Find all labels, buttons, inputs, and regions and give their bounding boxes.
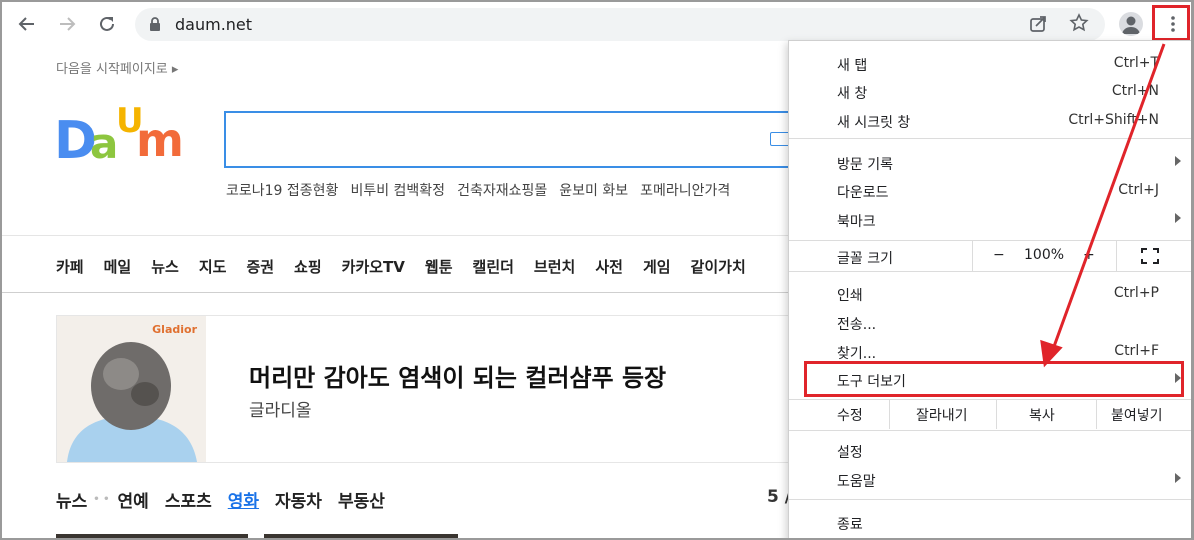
trend-link[interactable]: 건축자재쇼핑몰 xyxy=(457,180,547,200)
ad-title[interactable]: 머리만 감아도 염색이 되는 컬러샴푸 등장 xyxy=(249,358,666,393)
keyboard-icon[interactable] xyxy=(770,132,790,146)
zoom-value: 100% xyxy=(1024,247,1065,263)
profile-icon[interactable] xyxy=(1119,12,1143,36)
logo-letter-m: m xyxy=(136,113,184,164)
ad-image[interactable]: Gladior xyxy=(57,316,206,462)
nav-item-cafe[interactable]: 카페 xyxy=(56,256,84,277)
trend-link[interactable]: 비투비 컴백확정 xyxy=(350,180,445,200)
menu-item-new-tab[interactable]: 새 탭 Ctrl+T xyxy=(789,49,1191,78)
nav-item-webtoon[interactable]: 웹툰 xyxy=(425,256,453,277)
menu-item-history[interactable]: 방문 기록 xyxy=(789,148,1191,177)
menu-separator xyxy=(789,138,1191,139)
lock-icon[interactable] xyxy=(149,17,161,36)
ad-subtitle: 글라디올 xyxy=(249,401,312,421)
nav-item-calendar[interactable]: 캘린더 xyxy=(473,256,514,277)
zoom-out-button[interactable]: − xyxy=(993,247,1005,263)
nav-item-map[interactable]: 지도 xyxy=(199,256,227,277)
nav-item-mail[interactable]: 메일 xyxy=(104,256,132,277)
tab-realestate[interactable]: 부동산 xyxy=(338,487,385,512)
zoom-divider xyxy=(1116,241,1117,271)
tab-car[interactable]: 자동차 xyxy=(275,487,322,512)
menu-item-print[interactable]: 인쇄 Ctrl+P xyxy=(789,279,1191,308)
menu-item-incognito[interactable]: 새 시크릿 창 Ctrl+Shift+N xyxy=(789,106,1191,135)
divider xyxy=(2,235,802,236)
nav-item-dictionary[interactable]: 사전 xyxy=(595,256,623,277)
trend-link[interactable]: 코로나19 접종현황 xyxy=(226,180,338,200)
tab-entertainment[interactable]: 연예 xyxy=(118,487,149,512)
reload-icon[interactable] xyxy=(93,10,121,38)
menu-item-bookmarks[interactable]: 북마크 xyxy=(789,205,1191,234)
trend-link[interactable]: 포메라니안가격 xyxy=(640,180,730,200)
edit-row: 수정 잘라내기 복사 붙여넣기 xyxy=(789,399,1191,429)
menu-item-exit[interactable]: 종료 xyxy=(789,508,1191,537)
back-arrow-icon[interactable] xyxy=(13,10,41,38)
menu-item-cast[interactable]: 전송... xyxy=(789,308,1191,337)
nav-item-stock[interactable]: 증권 xyxy=(246,256,274,277)
edit-divider xyxy=(1096,399,1097,429)
submenu-arrow-icon xyxy=(1175,156,1181,166)
logo-letter-a: a xyxy=(90,119,118,164)
edit-label: 수정 xyxy=(837,408,863,424)
tab-news[interactable]: 뉴스 xyxy=(56,487,87,512)
fullscreen-icon[interactable] xyxy=(1141,248,1159,268)
menu-item-settings[interactable]: 설정 xyxy=(789,436,1191,465)
submenu-arrow-icon xyxy=(1175,213,1181,223)
menu-item-help[interactable]: 도움말 xyxy=(789,465,1191,494)
search-input[interactable] xyxy=(224,111,824,168)
news-thumbnail[interactable] xyxy=(264,534,458,538)
edit-divider xyxy=(889,399,890,429)
zoom-divider xyxy=(972,241,973,271)
url-text: daum.net xyxy=(175,15,253,34)
set-homepage-link[interactable]: 다음을 시작페이지로 ▸ xyxy=(56,58,178,77)
browser-window: daum.net 다음을 시작페이지로 ▸ D a U m 코로나19 접종현황… xyxy=(0,0,1194,540)
edit-divider xyxy=(996,399,997,429)
paste-button[interactable]: 붙여넣기 xyxy=(1111,405,1163,425)
trend-link[interactable]: 윤보미 화보 xyxy=(559,180,628,200)
nav-item-game[interactable]: 게임 xyxy=(643,256,671,277)
copy-button[interactable]: 복사 xyxy=(1029,405,1055,425)
trending-keywords: 코로나19 접종현황 비투비 컴백확정 건축자재쇼핑몰 윤보미 화보 포메라니안… xyxy=(226,180,730,200)
nav-item-together[interactable]: 같이가치 xyxy=(691,256,746,277)
menu-separator xyxy=(789,430,1191,431)
share-icon[interactable] xyxy=(1028,14,1048,38)
tab-movie[interactable]: 영화 xyxy=(228,487,259,512)
kebab-highlight-box xyxy=(1152,5,1190,41)
nav-item-shopping[interactable]: 쇼핑 xyxy=(294,256,322,277)
ad-brand: Gladior xyxy=(152,323,197,336)
forward-arrow-icon[interactable] xyxy=(53,10,81,38)
nav-item-kakaotv[interactable]: 카카오TV xyxy=(342,256,405,277)
zoom-row: 글꼴 크기 − 100% + xyxy=(789,241,1191,271)
more-tools-highlight-box xyxy=(804,361,1184,397)
news-tabs: 뉴스 • • 연예 스포츠 영화 자동차 부동산 xyxy=(56,487,401,512)
divider xyxy=(2,292,802,293)
menu-item-downloads[interactable]: 다운로드 Ctrl+J xyxy=(789,176,1191,205)
tab-sports[interactable]: 스포츠 xyxy=(165,487,212,512)
menu-separator xyxy=(789,271,1191,272)
nav-item-brunch[interactable]: 브런치 xyxy=(534,256,575,277)
star-icon[interactable] xyxy=(1069,13,1089,37)
chrome-main-menu: 새 탭 Ctrl+T 새 창 Ctrl+N 새 시크릿 창 Ctrl+Shift… xyxy=(788,40,1191,538)
news-thumbnail[interactable] xyxy=(56,534,248,538)
zoom-label: 글꼴 크기 xyxy=(837,251,893,267)
zoom-in-button[interactable]: + xyxy=(1083,247,1095,263)
submenu-arrow-icon xyxy=(1175,473,1181,483)
address-bar[interactable]: daum.net xyxy=(135,8,1105,41)
service-nav: 카페 메일 뉴스 지도 증권 쇼핑 카카오TV 웹툰 캘린더 브런치 사전 게임… xyxy=(56,256,766,277)
tab-separator: • • xyxy=(93,494,110,505)
nav-item-news[interactable]: 뉴스 xyxy=(151,256,179,277)
daum-logo[interactable]: D a U m xyxy=(54,102,204,164)
menu-item-new-window[interactable]: 새 창 Ctrl+N xyxy=(789,77,1191,106)
menu-separator xyxy=(789,499,1191,500)
ad-banner[interactable]: Gladior 머리만 감아도 염색이 되는 컬러샴푸 등장 글라디올 xyxy=(56,315,816,463)
cut-button[interactable]: 잘라내기 xyxy=(916,405,968,425)
